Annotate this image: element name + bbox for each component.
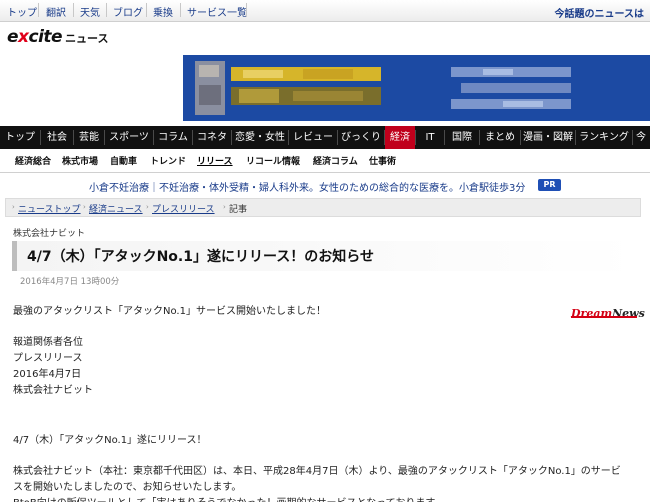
nav-item-sports[interactable]: スポーツ [105, 126, 153, 149]
body-line: 2016年4月7日 [13, 369, 82, 380]
nav-item-review[interactable]: レビュー [289, 126, 337, 149]
body-line: プレスリリース [13, 353, 83, 364]
body-line: 4/7（木）「アタックNo.1」遂にリリース！ [13, 435, 207, 446]
top-link-transit[interactable]: 乗換 [153, 4, 173, 19]
article-title-box: 4/7（木）「アタックNo.1」遂にリリース！のお知らせ [12, 241, 638, 271]
chevron-right-icon: › [146, 203, 149, 211]
subnav-item-recall[interactable]: リコール情報 [246, 154, 300, 167]
pr-badge: PR [538, 179, 561, 191]
nav-item-society[interactable]: 社会 [41, 126, 73, 149]
divider [38, 3, 39, 17]
chevron-right-icon: › [223, 203, 226, 211]
trending-news-link[interactable]: 今話題のニュースは [555, 5, 645, 20]
body-line: 株式会社ナビット（本社：東京都千代田区）は、本日、平成28年4月7日（木）より、… [13, 466, 621, 477]
subnav-item-economy-general[interactable]: 経済総合 [15, 154, 51, 167]
nav-item-koneta[interactable]: コネタ [193, 126, 231, 149]
divider [106, 3, 107, 17]
breadcrumb-news-top[interactable]: ニューストップ [18, 202, 81, 215]
breadcrumb-press-release[interactable]: プレスリリース [152, 202, 215, 215]
nav-item-matome[interactable]: まとめ [480, 126, 520, 149]
breadcrumb: › ニューストップ › 経済ニュース › プレスリリース › 記事 [5, 198, 641, 217]
nav-item-ranking[interactable]: ランキング [576, 126, 632, 149]
body-line: BtoB向けの販促ツールとして「実はありそうでなかった！画期的なサービスとなって… [13, 494, 444, 502]
article-date: 2016年4月7日 13時00分 [20, 277, 120, 287]
excite-news-logo[interactable]: excite ニュース [7, 27, 109, 47]
top-utility-bar: トップ 翻訳 天気 ブログ 乗換 サービス一覧 今話題のニュースは [0, 0, 650, 22]
economy-sub-nav: 経済総合 株式市場 自動車 トレンド リリース リコール情報 経済コラム 仕事術 [0, 149, 650, 173]
subnav-item-automobile[interactable]: 自動車 [110, 154, 137, 167]
body-line: 株式会社ナビット [13, 385, 93, 396]
nav-item-top[interactable]: トップ [0, 126, 40, 149]
nav-item-economy[interactable]: 経済 [385, 126, 415, 149]
top-link-top[interactable]: トップ [7, 4, 37, 19]
divider [180, 3, 181, 17]
subnav-item-economy-column[interactable]: 経済コラム [313, 154, 358, 167]
divider [73, 3, 74, 17]
subnav-item-work-tips[interactable]: 仕事術 [369, 154, 396, 167]
chevron-right-icon: › [83, 203, 86, 211]
top-link-services[interactable]: サービス一覧 [187, 4, 247, 19]
divider [246, 3, 247, 17]
subnav-item-trend[interactable]: トレンド [150, 154, 186, 167]
article-company: 株式会社ナビット [13, 229, 86, 239]
body-line: スを開始いたしましたので、お知らせいたします。 [13, 482, 242, 493]
divider [146, 3, 147, 17]
main-category-nav: トップ 社会 芸能 スポーツ コラム コネタ 恋愛・女性 レビュー びっくり 経… [0, 126, 650, 149]
nav-item-column[interactable]: コラム [154, 126, 192, 149]
nav-item-surprise[interactable]: びっくり [338, 126, 384, 149]
pr-text-ad[interactable]: 小倉不妊治療｜不妊治療・体外受精・婦人科外来。女性のための総合的な医療を。小倉駅… [89, 179, 525, 194]
logo-word-dream: Dream [571, 307, 613, 320]
nav-item-international[interactable]: 国際 [445, 126, 479, 149]
breadcrumb-current: 記事 [229, 205, 248, 215]
chevron-right-icon: › [12, 203, 15, 211]
top-link-translate[interactable]: 翻訳 [46, 4, 66, 19]
subnav-item-release[interactable]: リリース [197, 154, 233, 167]
article-lead: 最強のアタックリスト「アタックNo.1」サービス開始いたしました！ [13, 306, 326, 317]
brand-wordmark: excite [7, 27, 63, 47]
dreamnews-logo[interactable]: DreamNews [571, 302, 645, 320]
nav-item-manga[interactable]: 漫画・図解 [521, 126, 575, 149]
nav-item-more[interactable]: 今 [633, 126, 650, 149]
top-link-blog[interactable]: ブログ [113, 4, 143, 19]
logo-underline [571, 316, 637, 318]
top-link-weather[interactable]: 天気 [80, 4, 100, 19]
nav-item-entertainment[interactable]: 芸能 [74, 126, 104, 149]
body-line: 報道関係者各位 [13, 337, 83, 348]
subnav-item-stock-market[interactable]: 株式市場 [62, 154, 98, 167]
breadcrumb-economy-news[interactable]: 経済ニュース [89, 202, 143, 215]
ad-banner[interactable] [183, 55, 650, 121]
article-title: 4/7（木）「アタックNo.1」遂にリリース！のお知らせ [27, 249, 375, 265]
logo-word-news: News [612, 307, 645, 320]
section-name: ニュース [65, 32, 109, 45]
nav-item-love-women[interactable]: 恋愛・女性 [232, 126, 288, 149]
nav-item-it[interactable]: IT [416, 126, 444, 149]
